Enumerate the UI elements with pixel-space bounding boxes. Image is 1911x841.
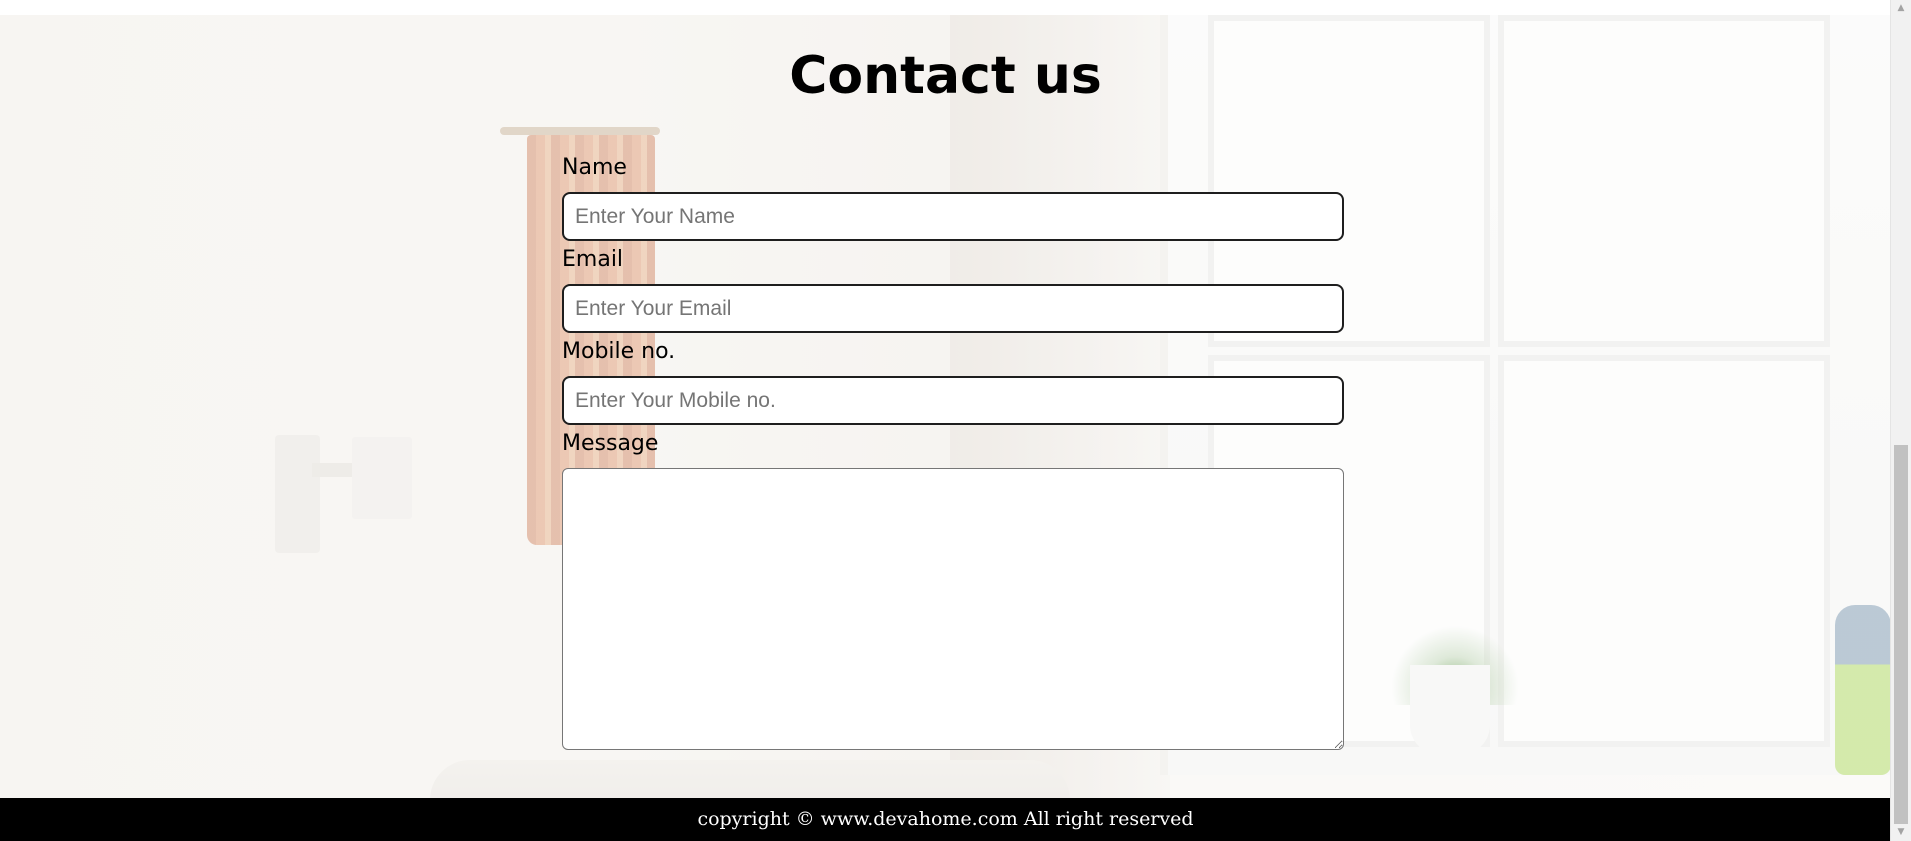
name-input[interactable]	[562, 192, 1344, 241]
email-label: Email	[562, 247, 624, 272]
mobile-input[interactable]	[562, 376, 1344, 425]
name-label: Name	[562, 155, 627, 180]
scroll-up-arrow-icon[interactable]: ▲	[1891, 0, 1911, 17]
scrollbar-thumb[interactable]	[1894, 445, 1908, 824]
top-strip	[0, 0, 1891, 15]
email-input[interactable]	[562, 284, 1344, 333]
scrollbar[interactable]: ▲ ▼	[1890, 0, 1911, 841]
page-title: Contact us	[789, 46, 1102, 106]
mobile-label: Mobile no.	[562, 339, 676, 364]
message-textarea[interactable]	[562, 468, 1344, 750]
scroll-down-arrow-icon[interactable]: ▼	[1891, 824, 1911, 841]
footer: copyright © www.devahome.com All right r…	[0, 798, 1891, 841]
copyright-text: copyright © www.devahome.com All right r…	[697, 808, 1194, 830]
message-label: Message	[562, 431, 659, 456]
